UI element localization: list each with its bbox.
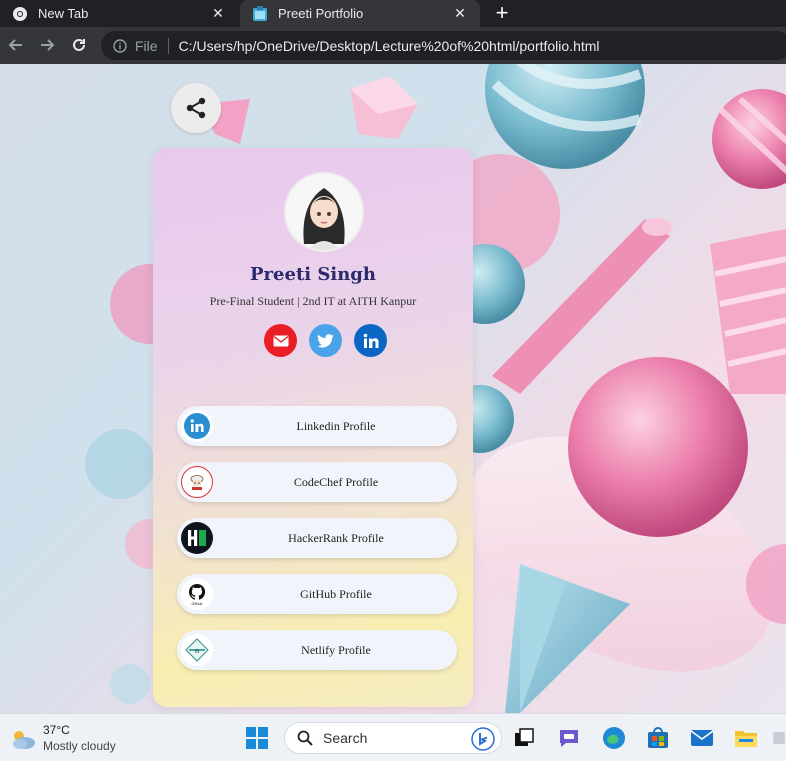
teams-chat-icon[interactable]	[556, 725, 582, 751]
link-label: CodeChef Profile	[293, 474, 379, 489]
github-icon: GitHub	[181, 578, 213, 610]
linkedin-profile-link[interactable]: Linkedin Profile	[177, 406, 457, 446]
url-text[interactable]: C:/Users/hp/OneDrive/Desktop/Lecture%20o…	[179, 38, 600, 54]
mail-icon	[273, 335, 288, 346]
twitter-button[interactable]	[309, 324, 342, 357]
chrome-icon	[12, 6, 28, 22]
windows-taskbar: 37°C Mostly cloudy Search	[0, 713, 786, 761]
divider	[167, 37, 169, 54]
mail-app-icon[interactable]	[689, 725, 715, 751]
hackerrank-profile-link[interactable]: HackerRank Profile	[177, 518, 457, 558]
close-icon[interactable]: ✕	[210, 5, 226, 22]
netlify-profile-link[interactable]: n Netlify Profile	[177, 630, 457, 670]
taskbar-search-box[interactable]: Search	[284, 722, 502, 754]
cloudy-weather-icon[interactable]	[10, 728, 36, 750]
avatar	[284, 172, 364, 252]
link-label: GitHub Profile	[300, 586, 372, 601]
microsoft-store-icon[interactable]	[645, 725, 671, 751]
tab-title: Preeti Portfolio	[278, 6, 364, 21]
link-label: Linkedin Profile	[296, 418, 376, 433]
netlify-icon: n	[181, 634, 213, 666]
info-icon[interactable]	[113, 38, 127, 53]
mail-button[interactable]	[264, 324, 297, 357]
windows-start-icon[interactable]	[244, 725, 270, 751]
back-arrow-icon[interactable]	[6, 35, 26, 55]
tab-bar: New Tab ✕ Preeti Portfolio ✕ +	[0, 0, 786, 27]
pinned-app-icon[interactable]	[772, 725, 786, 751]
codechef-profile-link[interactable]: CodeChef Profile	[177, 462, 457, 502]
file-explorer-icon[interactable]	[733, 725, 759, 751]
linkedin-icon	[363, 333, 378, 348]
link-label: Netlify Profile	[301, 642, 371, 657]
forward-arrow-icon[interactable]	[37, 35, 57, 55]
share-icon	[186, 97, 206, 119]
hackerrank-icon	[181, 522, 213, 554]
page-viewport: Preeti Singh Pre-Final Student | 2nd IT …	[0, 64, 786, 713]
avatar-illustration-icon	[286, 174, 362, 250]
address-bar[interactable]: File C:/Users/hp/OneDrive/Desktop/Lectur…	[101, 31, 786, 60]
weather-temperature[interactable]: 37°C	[43, 723, 70, 737]
reload-icon[interactable]	[69, 35, 89, 55]
profile-card: Preeti Singh Pre-Final Student | 2nd IT …	[153, 148, 473, 707]
codechef-icon	[181, 466, 213, 498]
svg-text:n: n	[195, 648, 199, 655]
twitter-icon	[317, 333, 334, 348]
tab-new-tab[interactable]: New Tab ✕	[0, 0, 238, 27]
linkedin-button[interactable]	[354, 324, 387, 357]
page-favicon-icon	[252, 5, 268, 22]
weather-condition[interactable]: Mostly cloudy	[43, 739, 116, 753]
svg-text:GitHub: GitHub	[192, 602, 203, 606]
close-icon[interactable]: ✕	[452, 5, 468, 22]
scheme-label: File	[135, 37, 158, 54]
search-placeholder: Search	[323, 730, 368, 746]
linkedin-icon	[181, 410, 213, 442]
share-button[interactable]	[171, 83, 221, 133]
github-profile-link[interactable]: GitHub GitHub Profile	[177, 574, 457, 614]
tab-title: New Tab	[38, 6, 89, 21]
profile-name: Preeti Singh	[250, 264, 376, 285]
bing-icon[interactable]	[471, 727, 495, 751]
link-label: HackerRank Profile	[288, 530, 384, 545]
browser-toolbar: File C:/Users/hp/OneDrive/Desktop/Lectur…	[0, 27, 786, 64]
search-icon	[297, 730, 313, 746]
new-tab-plus-icon[interactable]: +	[490, 2, 514, 26]
tab-preeti-portfolio[interactable]: Preeti Portfolio ✕	[240, 0, 480, 27]
edge-browser-icon[interactable]	[601, 725, 627, 751]
profile-subtitle: Pre-Final Student | 2nd IT at AITH Kanpu…	[209, 294, 417, 308]
task-view-icon[interactable]	[511, 725, 537, 751]
